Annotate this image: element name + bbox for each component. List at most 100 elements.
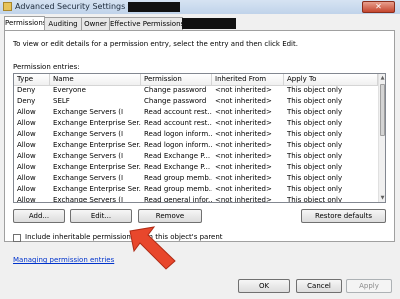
permission-entries-list[interactable]: Type Name Permission Inherited From Appl… (13, 73, 386, 203)
table-row[interactable]: Allow Exchange Servers (I Read Exchange P.… (14, 151, 378, 162)
cell-type: Allow (17, 119, 36, 127)
column-header-type[interactable]: Type (14, 74, 50, 85)
table-row[interactable]: Deny SELF Change password <not inherited> Th… (14, 96, 378, 107)
close-button[interactable]: ✕ (362, 1, 395, 13)
column-header-name[interactable]: Name (50, 74, 141, 85)
cell-name: Exchange Servers (I (53, 196, 124, 203)
column-header-permission[interactable]: Permission (141, 74, 212, 85)
table-row[interactable]: Allow Exchange Enterprise Ser... Read grou… (14, 184, 378, 195)
cell-type: Allow (17, 185, 36, 193)
instructions-text: To view or edit details for a permission… (13, 40, 298, 48)
cell-type: Allow (17, 163, 36, 171)
permission-entries-label: Permission entries: (13, 63, 80, 71)
tab-auditing[interactable]: Auditing (44, 17, 82, 30)
cell-name: Exchange Servers (I (53, 108, 124, 116)
cell-permission: Read account rest... (144, 108, 212, 116)
ok-button[interactable]: OK (238, 279, 290, 293)
add-button[interactable]: Add... (13, 209, 65, 223)
cell-name: Exchange Enterprise Ser... (53, 185, 141, 193)
table-row[interactable]: Deny Everyone Change password <not inherite… (14, 85, 378, 96)
edit-button[interactable]: Edit... (70, 209, 132, 223)
window-icon (3, 2, 12, 11)
table-row[interactable]: Allow Exchange Servers (I Read general inf… (14, 195, 378, 203)
table-row[interactable]: Allow Exchange Enterprise Ser... Read Exch… (14, 162, 378, 173)
cell-type: Deny (17, 97, 36, 105)
cell-apply-to: This object only (287, 119, 343, 127)
tab-owner[interactable]: Owner (81, 17, 110, 30)
cell-name: Everyone (53, 86, 86, 94)
cell-apply-to: This object only (287, 196, 343, 203)
table-row[interactable]: Allow Exchange Enterprise Ser... Read logo… (14, 140, 378, 151)
cell-permission: Read general infor... (144, 196, 212, 203)
tab-label: Owner (84, 20, 107, 28)
cell-permission: Read group memb... (144, 185, 212, 193)
cell-permission: Change password (144, 97, 207, 105)
cell-permission: Read logon inform... (144, 141, 212, 149)
cell-name: Exchange Servers (I (53, 130, 124, 138)
cell-name: Exchange Servers (I (53, 152, 124, 160)
table-row[interactable]: Allow Exchange Servers (I Read account res… (14, 107, 378, 118)
table-row[interactable]: Allow Exchange Servers (I Read logon infor… (14, 129, 378, 140)
cell-inherited-from: <not inherited> (215, 174, 272, 182)
cell-apply-to: This object only (287, 86, 343, 94)
cell-type: Allow (17, 141, 36, 149)
redacted-object-name (128, 2, 180, 12)
remove-button[interactable]: Remove (138, 209, 202, 223)
window-title: Advanced Security Settings for (15, 2, 139, 11)
cell-inherited-from: <not inherited> (215, 97, 272, 105)
restore-defaults-button[interactable]: Restore defaults (301, 209, 386, 223)
cell-inherited-from: <not inherited> (215, 119, 272, 127)
cell-apply-to: This object only (287, 185, 343, 193)
cell-permission: Read Exchange P... (144, 163, 211, 171)
column-header-inherited-from[interactable]: Inherited From (212, 74, 284, 85)
tab-label: Effective Permissions (110, 20, 185, 28)
cell-type: Allow (17, 152, 36, 160)
cell-inherited-from: <not inherited> (215, 185, 272, 193)
table-row[interactable]: Allow Exchange Servers (I Read group memb.… (14, 173, 378, 184)
title-bar: Advanced Security Settings for ✕ (0, 0, 400, 15)
tab-effective-permissions[interactable]: Effective Permissions (109, 17, 185, 30)
cell-inherited-from: <not inherited> (215, 141, 272, 149)
cell-inherited-from: <not inherited> (215, 196, 272, 203)
include-inheritable-checkbox[interactable] (13, 234, 21, 242)
cell-inherited-from: <not inherited> (215, 152, 272, 160)
cell-type: Deny (17, 86, 36, 94)
cell-type: Allow (17, 108, 36, 116)
apply-button[interactable]: Apply (346, 279, 392, 293)
table-row[interactable]: Allow Exchange Enterprise Ser... Read acco… (14, 118, 378, 129)
tab-label: Auditing (48, 20, 78, 28)
column-header-apply-to[interactable]: Apply To (284, 74, 378, 85)
cell-name: SELF (53, 97, 70, 105)
scroll-up-arrow-icon[interactable]: ▲ (379, 74, 385, 82)
cell-inherited-from: <not inherited> (215, 130, 272, 138)
tab-permissions[interactable]: Permissions (4, 16, 47, 30)
cell-name: Exchange Enterprise Ser... (53, 163, 141, 171)
cell-inherited-from: <not inherited> (215, 108, 272, 116)
cell-permission: Read Exchange P... (144, 152, 211, 160)
cell-apply-to: This object only (287, 108, 343, 116)
managing-permission-entries-link[interactable]: Managing permission entries (13, 256, 114, 264)
vertical-scrollbar[interactable]: ▲ ▼ (378, 74, 385, 202)
cell-permission: Read account rest... (144, 119, 212, 127)
include-inheritable-label[interactable]: Include inheritable permissions from thi… (25, 233, 223, 241)
cell-apply-to: This object only (287, 141, 343, 149)
scrollbar-thumb[interactable] (380, 84, 385, 136)
cell-type: Allow (17, 196, 36, 203)
cell-type: Allow (17, 130, 36, 138)
cell-apply-to: This object only (287, 130, 343, 138)
cell-permission: Read group memb... (144, 174, 212, 182)
cell-name: Exchange Enterprise Ser... (53, 119, 141, 127)
red-arrow-annotation-icon (129, 226, 176, 270)
cell-inherited-from: <not inherited> (215, 163, 272, 171)
cell-permission: Read logon inform... (144, 130, 212, 138)
cell-type: Allow (17, 174, 36, 182)
cell-name: Exchange Servers (I (53, 174, 124, 182)
tab-label: Permissions (5, 19, 47, 27)
cell-apply-to: This object only (287, 97, 343, 105)
scroll-down-arrow-icon[interactable]: ▼ (379, 194, 385, 202)
cell-inherited-from: <not inherited> (215, 86, 272, 94)
cancel-button[interactable]: Cancel (296, 279, 342, 293)
cell-permission: Change password (144, 86, 207, 94)
cell-apply-to: This object only (287, 163, 343, 171)
cell-apply-to: This object only (287, 174, 343, 182)
